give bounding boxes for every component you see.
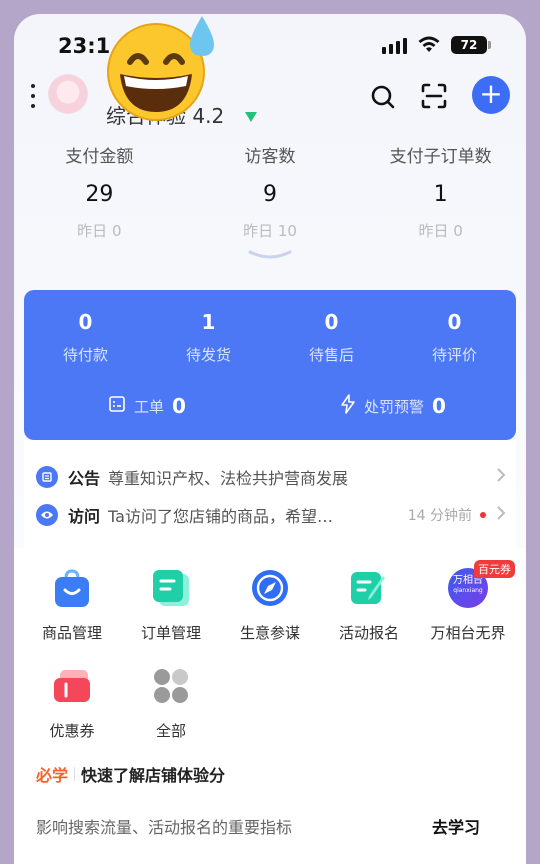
add-button[interactable]: + <box>472 76 510 114</box>
order-count: 0 <box>78 310 93 334</box>
penalty-count: 0 <box>432 394 446 418</box>
ticket-item[interactable]: 工单 0 <box>24 394 270 418</box>
tool-label: 订单管理 <box>140 624 201 642</box>
penalty-warning-item[interactable]: 处罚预警 0 <box>270 394 516 418</box>
tool-coupon[interactable]: 优惠券 <box>22 666 122 741</box>
stat-payment-amount[interactable]: 支付金额 29 昨日 0 <box>14 142 185 241</box>
notice-visit[interactable]: 访问 Ta访问了您店铺的商品，希望… 14 分钟前 <box>36 498 506 532</box>
unread-dot <box>480 512 486 518</box>
chevron-right-icon <box>496 505 506 525</box>
divider <box>74 767 76 781</box>
ticket-icon <box>108 395 126 417</box>
stat-value: 29 <box>85 182 114 207</box>
scan-icon[interactable] <box>420 82 448 114</box>
penalty-label: 处罚预警 <box>364 397 425 416</box>
learn-tag: 必学 <box>36 766 69 785</box>
order-label: 待发货 <box>185 346 231 364</box>
order-pending-aftersale[interactable]: 0 待售后 <box>270 310 393 365</box>
all-grid-icon <box>151 666 191 706</box>
order-label: 待售后 <box>308 346 354 364</box>
notice-text: Ta访问了您店铺的商品，希望… <box>108 507 333 526</box>
stats-panel: 支付金额 29 昨日 0 访客数 9 昨日 10 支付子订单数 1 昨日 0 <box>14 142 526 241</box>
signal-icon <box>382 38 407 54</box>
order-label: 待付款 <box>62 346 108 364</box>
stat-value: 1 <box>433 182 448 207</box>
battery-cap <box>488 41 491 49</box>
learn-card: 必学 快速了解店铺体验分 影响搜索流量、活动报名的重要指标 去学习 <box>14 748 526 864</box>
tool-business-advisor[interactable]: 生意参谋 <box>220 568 320 643</box>
order-count: 1 <box>201 310 216 334</box>
shop-avatar[interactable] <box>48 74 88 114</box>
notice-text: 尊重知识产权、法检共护营商发展 <box>108 469 349 488</box>
notice-title: 访问 <box>68 507 101 526</box>
order-doc-icon <box>151 568 191 608</box>
tool-wanxiangtai[interactable]: 万相台 qianxiang 百元券 万相台无界 <box>418 560 518 643</box>
tool-order-management[interactable]: 订单管理 <box>121 568 221 643</box>
coupon-icon <box>52 666 92 706</box>
compass-icon <box>250 568 290 608</box>
tool-label: 全部 <box>155 722 186 740</box>
chevron-right-icon <box>496 467 506 487</box>
down-triangle-icon <box>244 108 258 127</box>
stat-prev: 昨日 0 <box>77 222 122 240</box>
grinning-sweat-emoji <box>98 14 218 128</box>
learn-header[interactable]: 必学 快速了解店铺体验分 <box>36 762 225 786</box>
stat-prev: 昨日 10 <box>243 222 297 240</box>
tool-label: 活动报名 <box>338 624 399 642</box>
wifi-icon <box>416 34 442 58</box>
notice-time: 14 分钟前 <box>407 508 472 524</box>
order-count: 0 <box>447 310 462 334</box>
tool-label: 优惠券 <box>49 722 95 740</box>
go-learn-button[interactable]: 去学习 <box>432 814 480 838</box>
stat-value: 9 <box>263 182 277 207</box>
lightning-icon <box>340 394 356 418</box>
stat-label: 支付子订单数 <box>389 147 492 167</box>
stat-prev: 昨日 0 <box>418 222 463 240</box>
tool-event-signup[interactable]: 活动报名 <box>319 568 419 643</box>
tool-label: 生意参谋 <box>239 624 300 642</box>
edit-doc-icon <box>349 568 389 608</box>
phone-screen: 23:1 72 综合体验 4.2 + <box>14 14 526 864</box>
order-pending-payment[interactable]: 0 待付款 <box>24 310 147 365</box>
learn-title: 快速了解店铺体验分 <box>81 766 226 785</box>
stat-label: 支付金额 <box>65 147 134 167</box>
more-dots-icon[interactable] <box>28 84 38 108</box>
order-count: 0 <box>324 310 339 334</box>
notice-announcement[interactable]: 公告 尊重知识产权、法检共护营商发展 <box>36 460 506 494</box>
orders-card: 0 待付款 1 待发货 0 待售后 0 待评价 工单 0 处罚预警 0 <box>24 290 516 440</box>
order-pending-shipment[interactable]: 1 待发货 <box>147 310 270 365</box>
ticket-count: 0 <box>172 394 186 418</box>
stat-visitors[interactable]: 访客数 9 昨日 10 <box>185 142 356 241</box>
tools-grid: 商品管理 订单管理 生意参谋 活动报名 万相台 qianxiang 百元券 万相… <box>14 548 526 748</box>
tool-all[interactable]: 全部 <box>121 666 221 741</box>
stat-sub-orders[interactable]: 支付子订单数 1 昨日 0 <box>355 142 526 241</box>
shopping-bag-icon <box>52 568 92 608</box>
announcement-icon <box>36 466 58 488</box>
battery-icon: 72 <box>451 36 487 54</box>
tool-label: 万相台无界 <box>430 624 506 642</box>
wanxiangtai-icon: 万相台 qianxiang 百元券 <box>448 560 515 608</box>
eye-icon <box>36 504 58 526</box>
wanxiangtai-logo-sub: qianxiang <box>453 587 483 594</box>
tool-label: 商品管理 <box>41 624 102 642</box>
notices-panel: 公告 尊重知识产权、法检共护营商发展 访问 Ta访问了您店铺的商品，希望… 14… <box>24 440 516 548</box>
expand-chevron-icon[interactable] <box>248 246 292 265</box>
order-label: 待评价 <box>431 346 477 364</box>
coupon-badge: 百元券 <box>474 560 515 578</box>
notice-title: 公告 <box>68 469 101 488</box>
ticket-label: 工单 <box>134 397 165 416</box>
tool-product-management[interactable]: 商品管理 <box>22 568 122 643</box>
learn-description: 影响搜索流量、活动报名的重要指标 <box>36 818 293 837</box>
search-icon[interactable] <box>370 84 396 114</box>
order-pending-review[interactable]: 0 待评价 <box>393 310 516 365</box>
stat-label: 访客数 <box>244 147 296 167</box>
